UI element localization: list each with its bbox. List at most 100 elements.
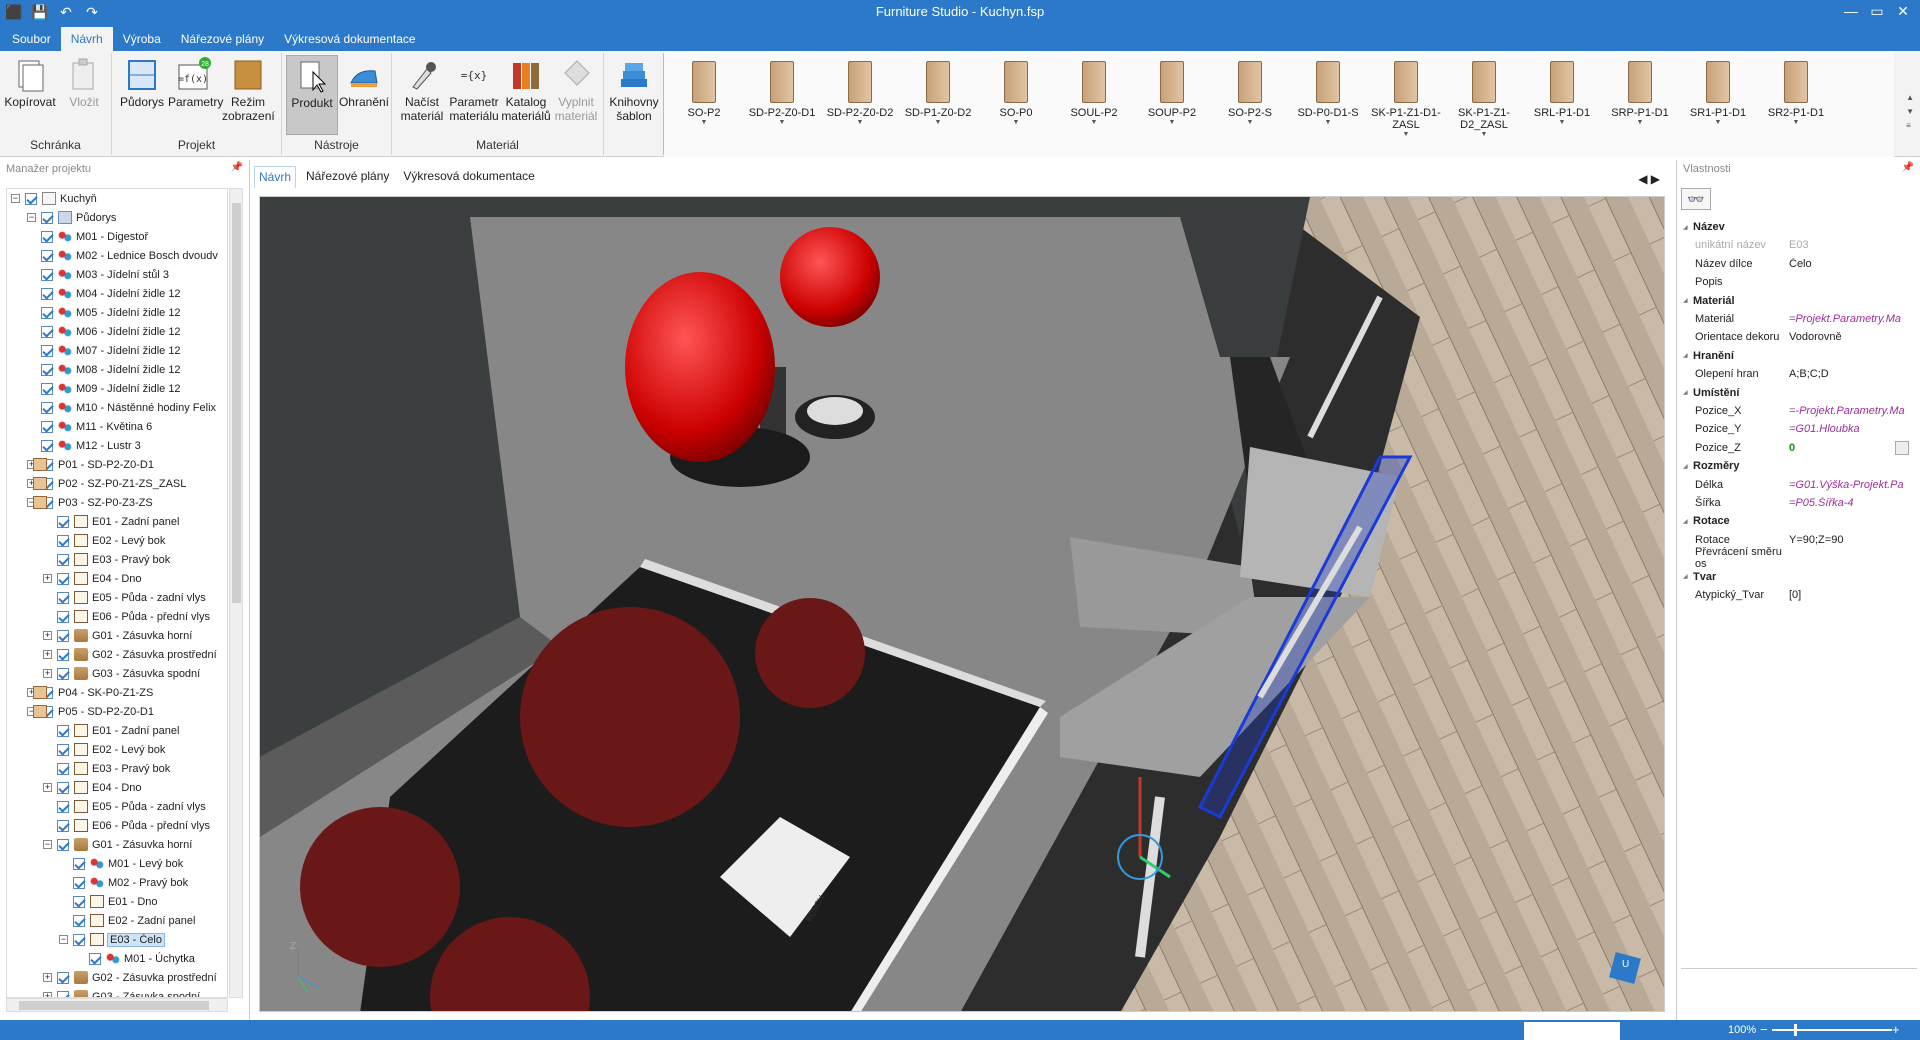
property-row[interactable]: Pozice_Z 0 [1683, 439, 1915, 457]
cabinet-dropdown-icon[interactable]: ▼ [1758, 119, 1834, 126]
property-value[interactable]: =G01.Výška-Projekt.Pa [1789, 479, 1909, 491]
maximize-button[interactable]: ▭ [1864, 0, 1890, 22]
zoom-out-button[interactable]: − [1760, 1022, 1768, 1037]
expand-toggle-icon[interactable]: − [27, 213, 36, 222]
doc-tab-scroll-arrows[interactable]: ◀ ▶ [1634, 169, 1664, 189]
close-button[interactable]: ✕ [1890, 0, 1916, 22]
visibility-checkbox[interactable] [73, 895, 85, 908]
tree-item[interactable]: M09 - Jídelní židle 12 [27, 379, 181, 398]
cabinet-template-so-p2[interactable]: SO-P2 ▼ [666, 61, 742, 126]
expand-toggle-icon[interactable]: − [11, 194, 20, 203]
cabinet-dropdown-icon[interactable]: ▼ [1368, 131, 1444, 138]
tree-item[interactable]: E06 - Půda - přední vlys [43, 607, 210, 626]
property-row[interactable]: Orientace dekoru Vodorovně [1683, 328, 1915, 346]
tree-item[interactable]: M04 - Jídelní židle 12 [27, 284, 181, 303]
product-button[interactable]: Produkt [286, 55, 338, 135]
cabinet-dropdown-icon[interactable]: ▼ [1290, 119, 1366, 126]
visibility-checkbox[interactable] [41, 249, 53, 262]
visibility-checkbox[interactable] [57, 515, 69, 528]
tree-item[interactable]: + G02 - Zásuvka prostřední [43, 645, 217, 664]
cabinet-dropdown-icon[interactable]: ▼ [978, 119, 1054, 126]
expand-toggle-icon[interactable]: + [43, 574, 52, 583]
tree-item[interactable]: M02 - Lednice Bosch dvoudv [27, 246, 218, 265]
tree-item[interactable]: − Kuchyň [11, 189, 97, 208]
tree-item[interactable]: + G01 - Zásuvka horní [43, 626, 192, 645]
visibility-checkbox[interactable] [57, 572, 69, 585]
tree-item[interactable]: − Půdorys [27, 208, 116, 227]
tree-item[interactable]: M12 - Lustr 3 [27, 436, 141, 455]
tree-item[interactable]: + G03 - Zásuvka spodní [43, 664, 200, 683]
property-row[interactable]: Atypický_Tvar [0] [1683, 586, 1915, 604]
property-row[interactable]: Převrácení směru os [1683, 546, 1915, 570]
cabinet-template-sr1-p1-d1[interactable]: SR1-P1-D1 ▼ [1680, 61, 1756, 126]
tree-item[interactable]: E01 - Dno [59, 892, 158, 911]
expand-toggle-icon[interactable]: + [43, 669, 52, 678]
visibility-checkbox[interactable] [41, 363, 53, 376]
expand-toggle-icon[interactable]: + [43, 973, 52, 982]
cabinet-template-sd-p2-z0-d1[interactable]: SD-P2-Z0-D1 ▼ [744, 61, 820, 126]
zoom-in-button[interactable]: + [1892, 1022, 1900, 1037]
gallery-scroll[interactable]: ▲ ▼ ≡ [1906, 91, 1914, 133]
visibility-checkbox[interactable] [73, 933, 85, 946]
cabinet-template-sr2-p1-d1[interactable]: SR2-P1-D1 ▼ [1758, 61, 1834, 126]
cabinet-template-srp-p1-d1[interactable]: SRP-P1-D1 ▼ [1602, 61, 1678, 126]
cabinet-template-so-p0[interactable]: SO-P0 ▼ [978, 61, 1054, 126]
visibility-checkbox[interactable] [41, 344, 53, 357]
display-mode-button[interactable]: Režim zobrazení [222, 55, 275, 123]
visibility-checkbox[interactable] [73, 914, 85, 927]
tree-item[interactable]: M02 - Pravý bok [59, 873, 188, 892]
menu-soubor[interactable]: Soubor [2, 27, 61, 51]
tree-item[interactable]: + E04 - Dno [43, 569, 142, 588]
tree-item[interactable]: M11 - Květina 6 [27, 417, 152, 436]
tree-item[interactable]: + P01 - SD-P2-Z0-D1 [27, 455, 154, 474]
visibility-checkbox[interactable] [57, 819, 69, 832]
property-value[interactable]: =-Projekt.Parametry.Ma [1789, 405, 1909, 417]
tree-item[interactable]: M01 - Úchytka [75, 949, 195, 968]
zoom-slider[interactable] [1772, 1024, 1892, 1036]
cabinet-dropdown-icon[interactable]: ▼ [1446, 131, 1522, 138]
cabinet-template-soup-p2[interactable]: SOUP-P2 ▼ [1134, 61, 1210, 126]
cabinet-dropdown-icon[interactable]: ▼ [900, 119, 976, 126]
visibility-checkbox[interactable] [57, 553, 69, 566]
visibility-checkbox[interactable] [73, 857, 85, 870]
tree-item[interactable]: + G03 - Zásuvka spodní [43, 987, 200, 997]
tree-item[interactable]: − E03 - Čelo [59, 930, 165, 949]
cabinet-template-sd-p2-z0-d2[interactable]: SD-P2-Z0-D2 ▼ [822, 61, 898, 126]
doc-tab-narezove-plany[interactable]: Nářezové plány [302, 166, 393, 188]
edging-button[interactable]: Ohranění [338, 55, 390, 109]
expand-toggle-icon[interactable]: + [43, 650, 52, 659]
property-row[interactable]: Olepení hran A;B;C;D [1683, 365, 1915, 383]
visibility-checkbox[interactable] [41, 306, 53, 319]
property-value[interactable]: Čelo [1789, 258, 1909, 270]
minimize-button[interactable]: — [1838, 0, 1864, 22]
tree-item[interactable]: E01 - Zadní panel [43, 721, 179, 740]
visibility-checkbox[interactable] [57, 610, 69, 623]
cabinet-dropdown-icon[interactable]: ▼ [1056, 119, 1132, 126]
property-value[interactable]: E03 [1789, 239, 1909, 251]
property-value[interactable]: Vodorovně [1789, 331, 1909, 343]
cabinet-dropdown-icon[interactable]: ▼ [744, 119, 820, 126]
visibility-checkbox[interactable] [41, 420, 53, 433]
tree-hscroll-thumb[interactable] [19, 1001, 209, 1010]
tree-item[interactable]: − P05 - SD-P2-Z0-D1 [27, 702, 154, 721]
cabinet-template-sk-p1-z1-d2_zasl[interactable]: SK-P1-Z1-D2_ZASL ▼ [1446, 61, 1522, 138]
property-row[interactable]: Šířka =P05.Šířka-4 [1683, 494, 1915, 512]
property-row[interactable]: Délka =G01.Výška-Projekt.Pa [1683, 476, 1915, 494]
cabinet-template-sd-p1-z0-d2[interactable]: SD-P1-Z0-D2 ▼ [900, 61, 976, 126]
template-library-button[interactable]: Knihovny šablon [608, 55, 660, 123]
property-row[interactable]: Pozice_X =-Projekt.Parametry.Ma [1683, 402, 1915, 420]
cabinet-dropdown-icon[interactable]: ▼ [1212, 119, 1288, 126]
tree-item[interactable]: + E04 - Dno [43, 778, 142, 797]
property-row[interactable]: Popis [1683, 273, 1915, 291]
properties-pin-icon[interactable]: 📌 [1902, 162, 1914, 173]
cabinet-dropdown-icon[interactable]: ▼ [666, 119, 742, 126]
paste-button[interactable]: Vložit [58, 55, 110, 109]
visibility-checkbox[interactable] [57, 781, 69, 794]
visibility-checkbox[interactable] [89, 952, 101, 965]
cabinet-dropdown-icon[interactable]: ▼ [1134, 119, 1210, 126]
pin-icon[interactable]: 📌 [231, 162, 243, 173]
floorplan-button[interactable]: Půdorys [116, 55, 168, 109]
property-row[interactable]: Pozice_Y =G01.Hloubka [1683, 420, 1915, 438]
tree-item[interactable]: + P04 - SK-P0-Z1-ZS [27, 683, 153, 702]
material-parameter-button[interactable]: ={x} Parametr materiálu [448, 55, 500, 123]
